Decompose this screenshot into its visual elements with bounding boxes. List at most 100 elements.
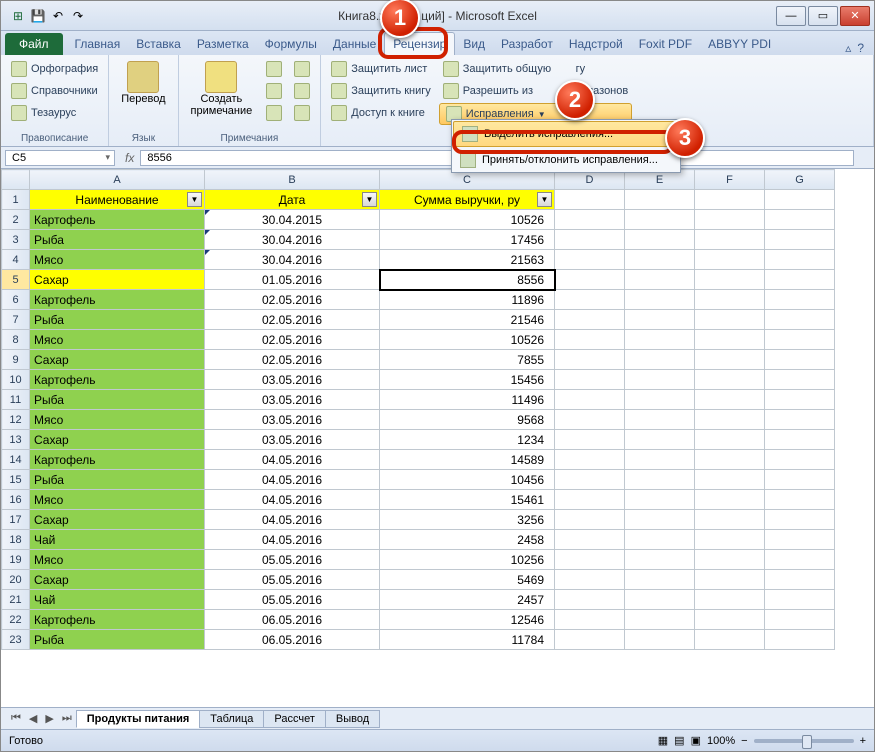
cell[interactable]	[765, 430, 835, 450]
cell[interactable]: Картофель	[30, 610, 205, 630]
cell[interactable]: 21563	[380, 250, 555, 270]
row-header[interactable]: 13	[2, 430, 30, 450]
cell[interactable]	[695, 570, 765, 590]
share-book-button[interactable]: Доступ к книге	[327, 103, 435, 123]
cell[interactable]: 11784	[380, 630, 555, 650]
cell[interactable]	[625, 310, 695, 330]
sheet-nav-first-icon[interactable]: ⏮	[7, 712, 25, 725]
row-header[interactable]: 4	[2, 250, 30, 270]
cell[interactable]	[695, 630, 765, 650]
row-header[interactable]: 12	[2, 410, 30, 430]
cell[interactable]	[695, 350, 765, 370]
cell[interactable]	[625, 210, 695, 230]
filter-dropdown-icon[interactable]: ▼	[187, 192, 202, 207]
ribbon-tab-abbyy pdi[interactable]: ABBYY PDI	[700, 33, 779, 55]
cell[interactable]	[555, 390, 625, 410]
cell[interactable]	[555, 250, 625, 270]
table-row[interactable]: 4Мясо30.04.201621563	[2, 250, 835, 270]
cell[interactable]	[625, 610, 695, 630]
table-header-cell[interactable]: Дата▼	[205, 190, 380, 210]
cell[interactable]	[765, 530, 835, 550]
sheet-tab[interactable]: Вывод	[325, 710, 380, 728]
cell[interactable]: 02.05.2016	[205, 310, 380, 330]
row-header[interactable]: 3	[2, 230, 30, 250]
table-row[interactable]: 8Мясо02.05.201610526	[2, 330, 835, 350]
close-button[interactable]: ✕	[840, 6, 870, 26]
cell[interactable]	[695, 390, 765, 410]
sheet-tab[interactable]: Рассчет	[263, 710, 326, 728]
cell[interactable]	[625, 350, 695, 370]
cell[interactable]: 2457	[380, 590, 555, 610]
cell[interactable]: Мясо	[30, 490, 205, 510]
cell[interactable]	[695, 610, 765, 630]
zoom-out-button[interactable]: −	[741, 735, 747, 747]
cell[interactable]: 11496	[380, 390, 555, 410]
cell[interactable]	[625, 490, 695, 510]
cell[interactable]	[695, 450, 765, 470]
cell[interactable]	[695, 430, 765, 450]
cell[interactable]: 02.05.2016	[205, 350, 380, 370]
cell[interactable]	[765, 410, 835, 430]
show-comment-button[interactable]	[290, 59, 314, 79]
select-all-corner[interactable]	[2, 170, 30, 190]
cell[interactable]	[765, 350, 835, 370]
cell[interactable]: 03.05.2016	[205, 430, 380, 450]
cell[interactable]	[555, 330, 625, 350]
cell[interactable]	[695, 290, 765, 310]
next-comment-button[interactable]	[262, 103, 286, 123]
highlight-changes-item[interactable]: Выделить исправления...	[453, 121, 679, 147]
ribbon-tab-главная[interactable]: Главная	[67, 33, 129, 55]
cell[interactable]	[625, 390, 695, 410]
save-icon[interactable]: 💾	[29, 7, 47, 25]
cell[interactable]	[765, 610, 835, 630]
row-header[interactable]: 11	[2, 390, 30, 410]
worksheet-area[interactable]: A B C D E F G 1 Наименование▼ Дата▼ Сумм…	[1, 169, 874, 707]
table-row[interactable]: 14Картофель04.05.201614589	[2, 450, 835, 470]
cell[interactable]: 01.05.2016	[205, 270, 380, 290]
cell[interactable]	[625, 430, 695, 450]
cell[interactable]: Сахар	[30, 570, 205, 590]
cell[interactable]	[765, 630, 835, 650]
cell[interactable]	[625, 270, 695, 290]
cell[interactable]	[765, 390, 835, 410]
fx-icon[interactable]: fx	[119, 151, 140, 165]
cell[interactable]	[555, 470, 625, 490]
cell[interactable]	[765, 570, 835, 590]
cell[interactable]: Рыба	[30, 230, 205, 250]
cell[interactable]: Рыба	[30, 470, 205, 490]
cell[interactable]	[555, 510, 625, 530]
row-header[interactable]: 15	[2, 470, 30, 490]
cell[interactable]: 30.04.2016	[205, 230, 380, 250]
zoom-in-button[interactable]: +	[860, 735, 866, 747]
row-header[interactable]: 18	[2, 530, 30, 550]
cell[interactable]: 05.05.2016	[205, 590, 380, 610]
cell[interactable]	[555, 490, 625, 510]
table-row[interactable]: 10Картофель03.05.201615456	[2, 370, 835, 390]
table-row[interactable]: 11Рыба03.05.201611496	[2, 390, 835, 410]
table-header-cell[interactable]: Сумма выручки, ру▼	[380, 190, 555, 210]
cell[interactable]: 02.05.2016	[205, 290, 380, 310]
research-button[interactable]: Справочники	[7, 81, 102, 101]
cell[interactable]: 05.05.2016	[205, 550, 380, 570]
row-header[interactable]: 19	[2, 550, 30, 570]
cell[interactable]	[625, 250, 695, 270]
cell[interactable]: 9568	[380, 410, 555, 430]
cell[interactable]	[625, 570, 695, 590]
cell[interactable]: 04.05.2016	[205, 510, 380, 530]
cell[interactable]: 11896	[380, 290, 555, 310]
ribbon-tab-формулы[interactable]: Формулы	[257, 33, 325, 55]
sheet-nav-prev-icon[interactable]: ◀	[25, 712, 41, 725]
cell[interactable]: 3256	[380, 510, 555, 530]
show-ink-button[interactable]	[290, 103, 314, 123]
table-row[interactable]: 12Мясо03.05.20169568	[2, 410, 835, 430]
filter-dropdown-icon[interactable]: ▼	[537, 192, 552, 207]
row-header[interactable]: 2	[2, 210, 30, 230]
column-header[interactable]: A	[30, 170, 205, 190]
cell[interactable]	[555, 550, 625, 570]
cell[interactable]	[695, 370, 765, 390]
cell[interactable]: Рыба	[30, 630, 205, 650]
cell[interactable]: 05.05.2016	[205, 570, 380, 590]
table-row[interactable]: 17Сахар04.05.20163256	[2, 510, 835, 530]
row-header[interactable]: 10	[2, 370, 30, 390]
ribbon-tab-foxit pdf[interactable]: Foxit PDF	[631, 33, 700, 55]
